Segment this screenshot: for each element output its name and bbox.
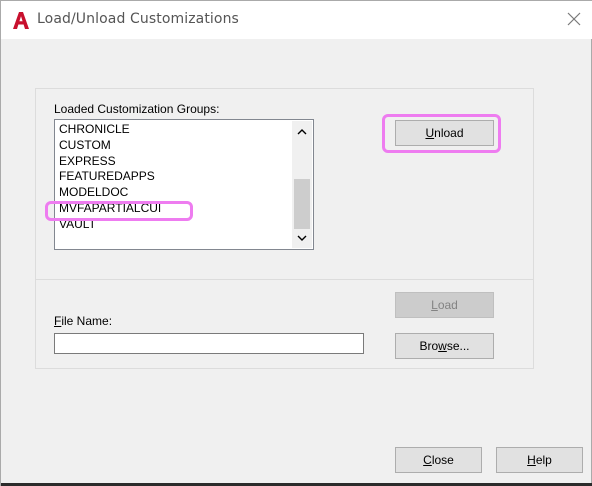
list-item[interactable]: MODELDOC [59, 185, 291, 201]
unload-label: nload [434, 126, 464, 140]
autocad-a-icon [13, 12, 29, 29]
file-name-input[interactable] [54, 333, 364, 354]
help-label: elp [535, 453, 552, 467]
title-bar: Load/Unload Customizations [1, 1, 592, 39]
close-icon[interactable] [565, 10, 583, 28]
list-item[interactable]: CHRONICLE [59, 122, 291, 138]
list-item[interactable]: VAULT [59, 217, 291, 233]
list-item[interactable]: EXPRESS [59, 154, 291, 170]
load-mnemonic: L [431, 298, 438, 312]
customization-groups-list[interactable]: CHRONICLE CUSTOM EXPRESS FEATUREDAPPS MO… [54, 119, 314, 250]
help-button[interactable]: Help [496, 447, 583, 473]
load-button[interactable]: Load [395, 292, 494, 318]
close-button[interactable]: Close [395, 447, 482, 473]
chevron-down-icon [297, 235, 307, 241]
unload-mnemonic: U [425, 126, 435, 140]
close-label: lose [431, 453, 454, 467]
load-label: oad [437, 298, 458, 312]
list-item[interactable]: CUSTOM [59, 138, 291, 154]
browse-button[interactable]: Bro w se... [395, 333, 494, 359]
scroll-thumb[interactable] [294, 179, 310, 229]
chevron-up-icon [297, 128, 307, 134]
file-name-label: File Name: [54, 314, 112, 328]
help-mnemonic: H [527, 453, 536, 467]
browse-label-rest: se... [446, 339, 470, 353]
list-item[interactable]: FEATUREDAPPS [59, 169, 291, 185]
panel-divider [35, 279, 534, 280]
close-mnemonic: C [423, 453, 432, 467]
browse-mnemonic: w [438, 339, 447, 353]
scroll-up-button[interactable] [292, 122, 312, 140]
list-scrollbar[interactable] [292, 121, 312, 248]
unload-button[interactable]: Unload [395, 120, 494, 146]
customization-groups-items: CHRONICLE CUSTOM EXPRESS FEATUREDAPPS MO… [59, 122, 291, 233]
browse-label-pre: Bro [419, 339, 439, 353]
scroll-down-button[interactable] [292, 229, 312, 247]
loaded-groups-label: Loaded Customization Groups: [54, 102, 220, 116]
list-item[interactable]: MVFAPARTIALCUI [59, 201, 291, 217]
load-unload-dialog: Load/Unload Customizations Loaded Custom… [0, 0, 592, 486]
dialog-title: Load/Unload Customizations [37, 11, 239, 27]
file-name-label-text: ile Name: [61, 314, 113, 328]
